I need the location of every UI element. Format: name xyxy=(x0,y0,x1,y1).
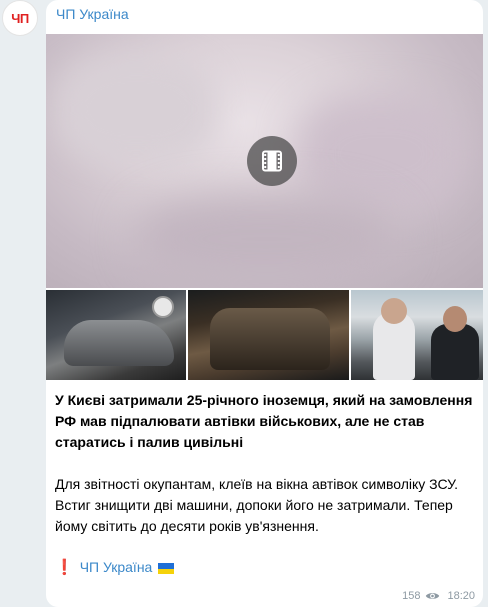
message-time: 18:20 xyxy=(447,590,475,602)
post-body: Для звітності окупантам, клеїв на вікна … xyxy=(55,476,459,534)
video-preview[interactable] xyxy=(46,34,483,288)
message-meta: 158 18:20 xyxy=(402,590,475,602)
film-icon xyxy=(262,150,282,172)
post-signature: ❗ ЧП Україна xyxy=(55,557,175,578)
play-video-button[interactable] xyxy=(247,136,297,186)
exclamation-icon: ❗ xyxy=(55,559,74,576)
burned-car-night-photo[interactable] xyxy=(188,290,349,380)
detainee-with-police-photo[interactable] xyxy=(351,290,483,380)
ukraine-flag-icon xyxy=(158,563,175,574)
view-count: 158 xyxy=(402,590,421,602)
police-badge-icon xyxy=(152,296,174,318)
photo-album xyxy=(46,290,483,380)
avatar-text: ЧП xyxy=(11,10,29,26)
eye-icon xyxy=(425,591,440,601)
burned-car-photo[interactable] xyxy=(46,290,186,380)
post-headline: У Києві затримали 25-річного іноземця, я… xyxy=(55,392,473,450)
channel-avatar[interactable]: ЧП xyxy=(2,0,38,36)
signature-channel-link[interactable]: ЧП Україна xyxy=(80,557,153,578)
channel-name-link[interactable]: ЧП Україна xyxy=(56,6,129,22)
message-bubble: ЧП Україна У Києві затримали 25-річного … xyxy=(46,0,483,607)
